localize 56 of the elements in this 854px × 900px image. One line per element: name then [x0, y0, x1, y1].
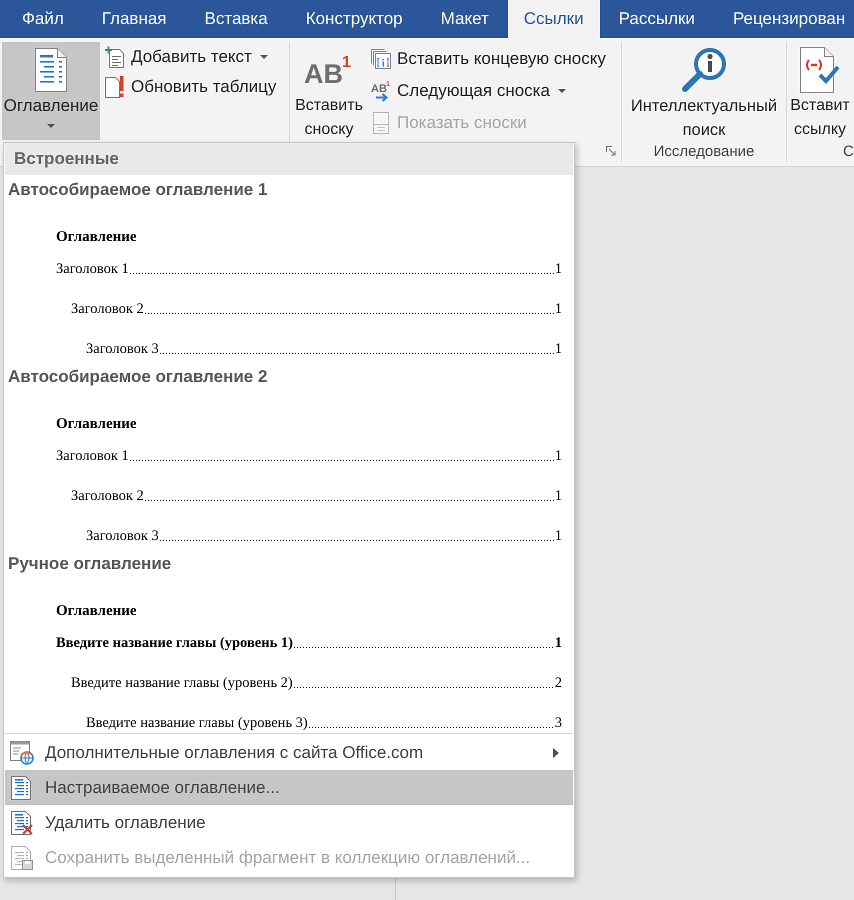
- gallery-item-title[interactable]: Автособираемое оглавление 2: [8, 364, 268, 390]
- ribbon-tab[interactable]: Ссылки: [508, 0, 600, 38]
- gallery-item-title[interactable]: Ручное оглавление: [8, 551, 172, 577]
- toc-heading: Оглавление: [56, 602, 137, 621]
- toc-entry-text: Заголовок 2: [71, 487, 144, 506]
- document-globe-icon: [10, 740, 34, 764]
- document-check-icon: [800, 47, 840, 93]
- ribbon-tab[interactable]: Рецензирован: [714, 0, 854, 38]
- page-number: 1: [554, 527, 562, 546]
- page-number: 1: [554, 260, 562, 279]
- menu-section-header: Встроенные: [5, 143, 573, 175]
- dialog-launcher-icon[interactable]: [606, 146, 616, 156]
- page-number: 1: [554, 487, 562, 506]
- group-label: С: [843, 142, 854, 160]
- ribbon-tab[interactable]: Вставка: [186, 0, 287, 38]
- menu-item[interactable]: Настраиваемое оглавление...: [5, 770, 573, 805]
- page-number: 1: [554, 634, 562, 653]
- group-label: Исследование: [654, 142, 754, 160]
- page-number: 1: [554, 340, 562, 359]
- menu-item[interactable]: Дополнительные оглавления с сайта Office.com: [5, 735, 573, 770]
- document-lines-icon: [35, 48, 67, 92]
- toc-entry-text: Заголовок 2: [71, 300, 144, 319]
- ribbon-tab[interactable]: Макет: [422, 0, 508, 38]
- document-lines-icon: [10, 776, 34, 800]
- page-number: 3: [554, 714, 562, 733]
- toc-heading: Оглавление: [56, 228, 137, 247]
- ribbon-tab[interactable]: Рассылки: [600, 0, 714, 38]
- ribbon-tab[interactable]: Файл: [3, 0, 83, 38]
- gallery-item-title[interactable]: Автособираемое оглавление 1: [8, 177, 268, 203]
- table-of-contents-button[interactable]: Оглавление: [2, 42, 100, 140]
- magnifier-info-icon: [680, 47, 728, 93]
- toc-entry-text: Заголовок 3: [86, 340, 159, 359]
- document-delete-icon: [10, 810, 34, 834]
- ribbon-tab[interactable]: Главная: [82, 0, 186, 38]
- smart-lookup-button[interactable]: Интеллектуальный поиск: [624, 42, 784, 140]
- insert-citation-button[interactable]: Вставит ссылку: [788, 42, 852, 140]
- document-save-icon: [10, 846, 34, 870]
- toc-entry-text: Заголовок 1: [56, 447, 129, 466]
- page-number: 1: [554, 447, 562, 466]
- stacked-pages-icon: [371, 49, 391, 69]
- menu-item[interactable]: Удалить оглавление: [5, 805, 573, 840]
- ribbon-tab[interactable]: Конструктор: [286, 0, 422, 38]
- toc-entry-text: Введите название главы (уровень 3): [86, 714, 308, 733]
- update-table-button[interactable]: Обновить таблицу: [102, 72, 280, 102]
- document-icon: [371, 112, 391, 134]
- toc-entry-text: Заголовок 3: [86, 527, 159, 546]
- toc-heading: Оглавление: [56, 415, 137, 434]
- toc-entry-text: Введите название главы (уровень 2): [71, 674, 293, 693]
- toc-entry-text: Заголовок 1: [56, 260, 129, 279]
- page-number: 1: [554, 300, 562, 319]
- insert-endnote-button[interactable]: Вставить концевую сноску: [368, 43, 609, 75]
- page-number: 2: [554, 674, 562, 693]
- document-plus-icon: [105, 46, 125, 68]
- toc-entry-text: Введите название главы (уровень 1): [56, 634, 293, 653]
- document-exclamation-icon: [105, 76, 125, 98]
- add-text-button[interactable]: Добавить текст: [102, 42, 280, 72]
